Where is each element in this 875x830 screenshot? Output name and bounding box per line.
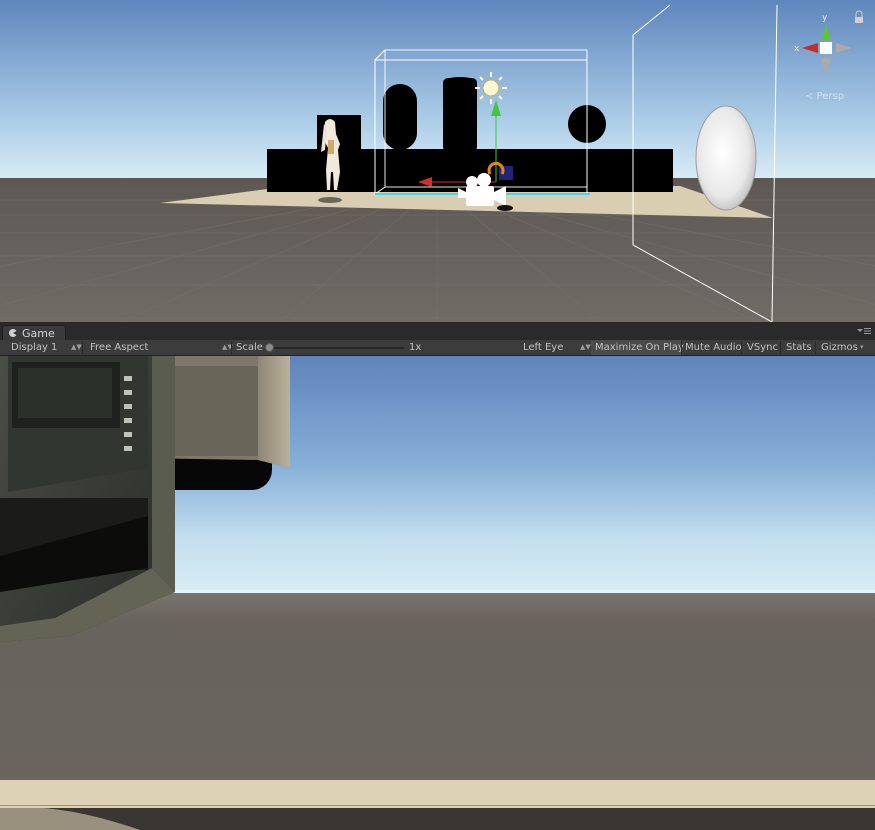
- game-toolbar: Display 1 ▲▼ Free Aspect ▲▼ Scale 1x Lef…: [0, 340, 875, 356]
- mute-audio-toggle[interactable]: Mute Audio: [685, 340, 742, 355]
- stats-toggle[interactable]: Stats: [786, 340, 812, 355]
- toolbar-divider: [231, 341, 232, 354]
- toolbar-divider: [82, 341, 83, 354]
- game-sand-edge: [0, 780, 875, 808]
- portal-oval[interactable]: [695, 105, 757, 211]
- toolbar-divider: [741, 341, 742, 354]
- gizmo-x-label: x: [794, 44, 800, 54]
- game-view[interactable]: [0, 356, 875, 830]
- game-ground: [0, 593, 875, 783]
- gizmos-dropdown-arrow-icon[interactable]: ▾: [860, 340, 864, 355]
- scale-slider-thumb[interactable]: [265, 343, 274, 352]
- maximize-on-play-toggle[interactable]: Maximize On Play: [595, 340, 684, 355]
- tab-game[interactable]: Game: [2, 325, 66, 340]
- eye-dropdown-arrow-icon: ▲▼: [580, 343, 591, 351]
- scale-slider-track[interactable]: [268, 347, 404, 349]
- scene-view[interactable]: y x ≺ Persp: [0, 0, 875, 322]
- display-dropdown[interactable]: Display 1: [11, 340, 57, 355]
- scene-viewport[interactable]: y x ≺ Persp: [0, 0, 875, 322]
- display-dropdown-arrow-icon: ▲▼: [71, 343, 82, 351]
- vsync-toggle[interactable]: VSync: [747, 340, 778, 355]
- scale-value: 1x: [409, 342, 422, 353]
- game-controller-icon: [9, 329, 18, 337]
- tab-menu-icon[interactable]: [857, 327, 871, 335]
- toolbar-divider: [780, 341, 781, 354]
- eye-dropdown[interactable]: Left Eye: [523, 340, 563, 355]
- toolbar-divider: [681, 341, 682, 354]
- gizmos-toggle[interactable]: Gizmos: [821, 340, 858, 355]
- game-bottom-shadow: [0, 808, 875, 830]
- tab-game-label: Game: [22, 326, 55, 340]
- toolbar-divider: [815, 341, 816, 354]
- game-tabbar: Game: [0, 322, 875, 341]
- gizmo-y-label: y: [822, 13, 828, 23]
- aspect-dropdown[interactable]: Free Aspect: [90, 340, 148, 355]
- projection-label[interactable]: ≺ Persp: [805, 91, 844, 102]
- game-sand-line: [0, 805, 875, 806]
- game-render[interactable]: [0, 356, 875, 830]
- scale-label: Scale: [236, 342, 263, 353]
